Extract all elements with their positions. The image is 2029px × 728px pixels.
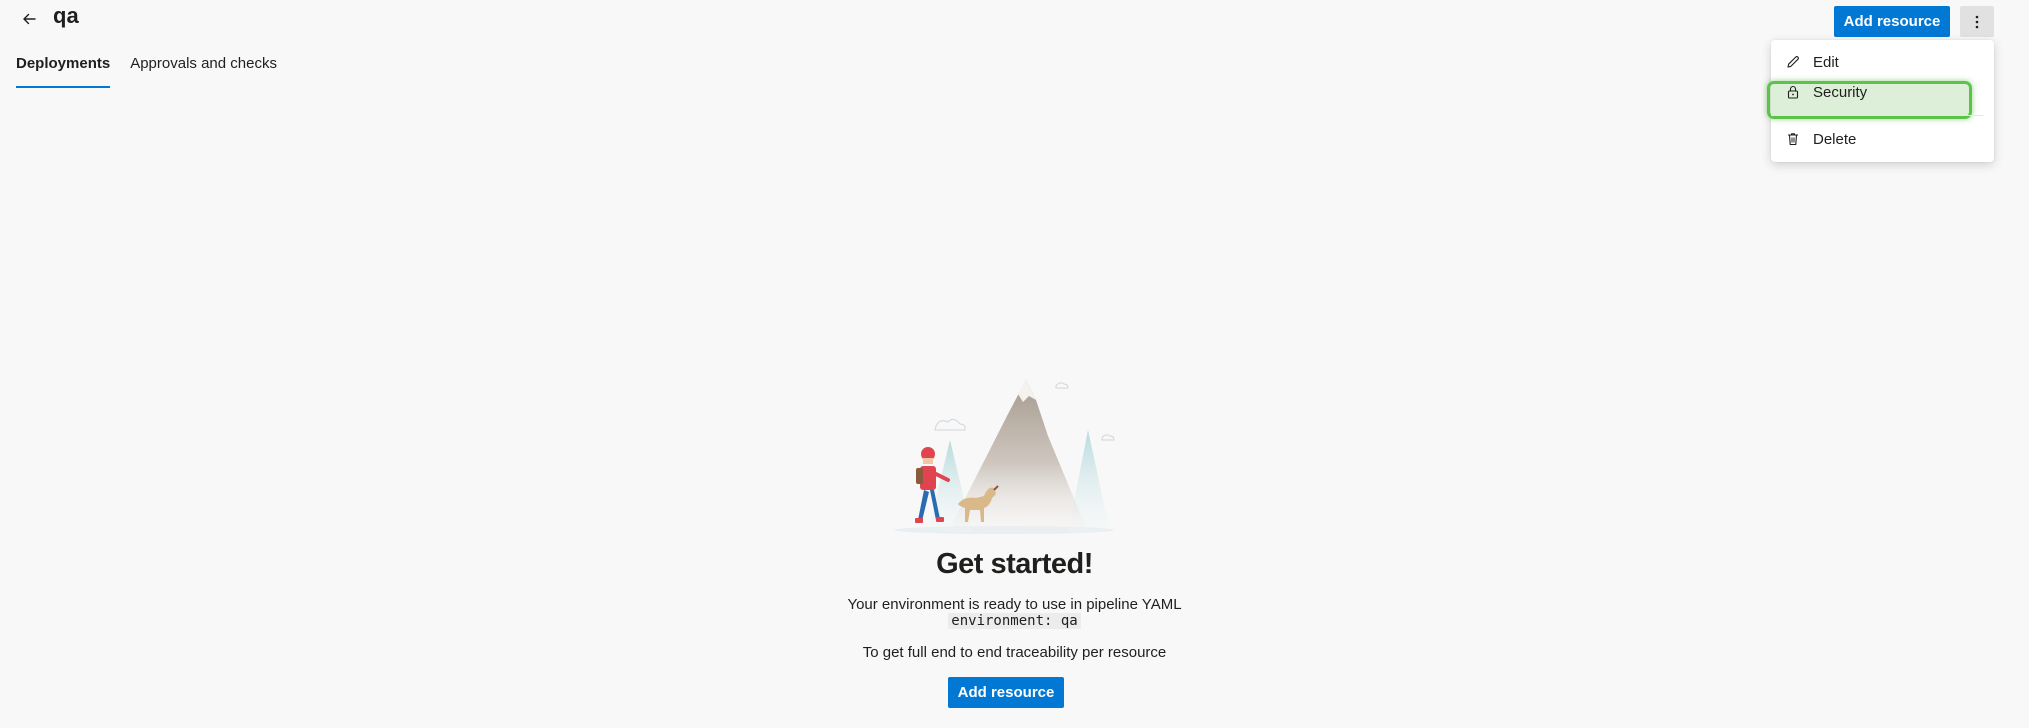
page-title: qa — [53, 3, 79, 28]
tab-deployments[interactable]: Deployments — [16, 54, 111, 88]
add-resource-cta-button[interactable]: Add resource — [948, 677, 1064, 708]
trash-icon — [1785, 131, 1801, 147]
menu-item-delete[interactable]: Delete — [1771, 124, 1994, 154]
menu-item-edit[interactable]: Edit — [1771, 47, 1994, 77]
more-actions-button[interactable] — [1960, 6, 1994, 37]
pencil-icon — [1785, 54, 1801, 70]
tab-bar: Deployments Approvals and checks — [16, 54, 297, 88]
menu-item-security[interactable]: Security — [1771, 77, 1994, 107]
hiker-with-dog-illustration — [894, 380, 1115, 534]
menu-item-label: Edit — [1813, 53, 1839, 71]
yaml-code-snippet: environment: qa — [0, 613, 2029, 630]
lock-icon — [1785, 84, 1801, 100]
code-text: environment: qa — [948, 613, 1081, 629]
back-button[interactable] — [14, 4, 44, 34]
empty-state-description: Your environment is ready to use in pipe… — [847, 596, 1182, 613]
tab-approvals-and-checks[interactable]: Approvals and checks — [130, 54, 277, 88]
more-vertical-icon — [1975, 15, 1979, 28]
menu-item-label: Delete — [1813, 130, 1857, 148]
menu-divider — [1771, 115, 1983, 116]
traceability-text: To get full end to end traceability per … — [862, 644, 1167, 661]
add-resource-button[interactable]: Add resource — [1834, 6, 1950, 37]
environment-page: qa Deployments Approvals and checks Add … — [0, 0, 2029, 728]
menu-item-label: Security — [1813, 83, 1868, 101]
arrow-left-icon — [23, 13, 36, 25]
empty-state-heading: Get started! — [936, 548, 1093, 580]
